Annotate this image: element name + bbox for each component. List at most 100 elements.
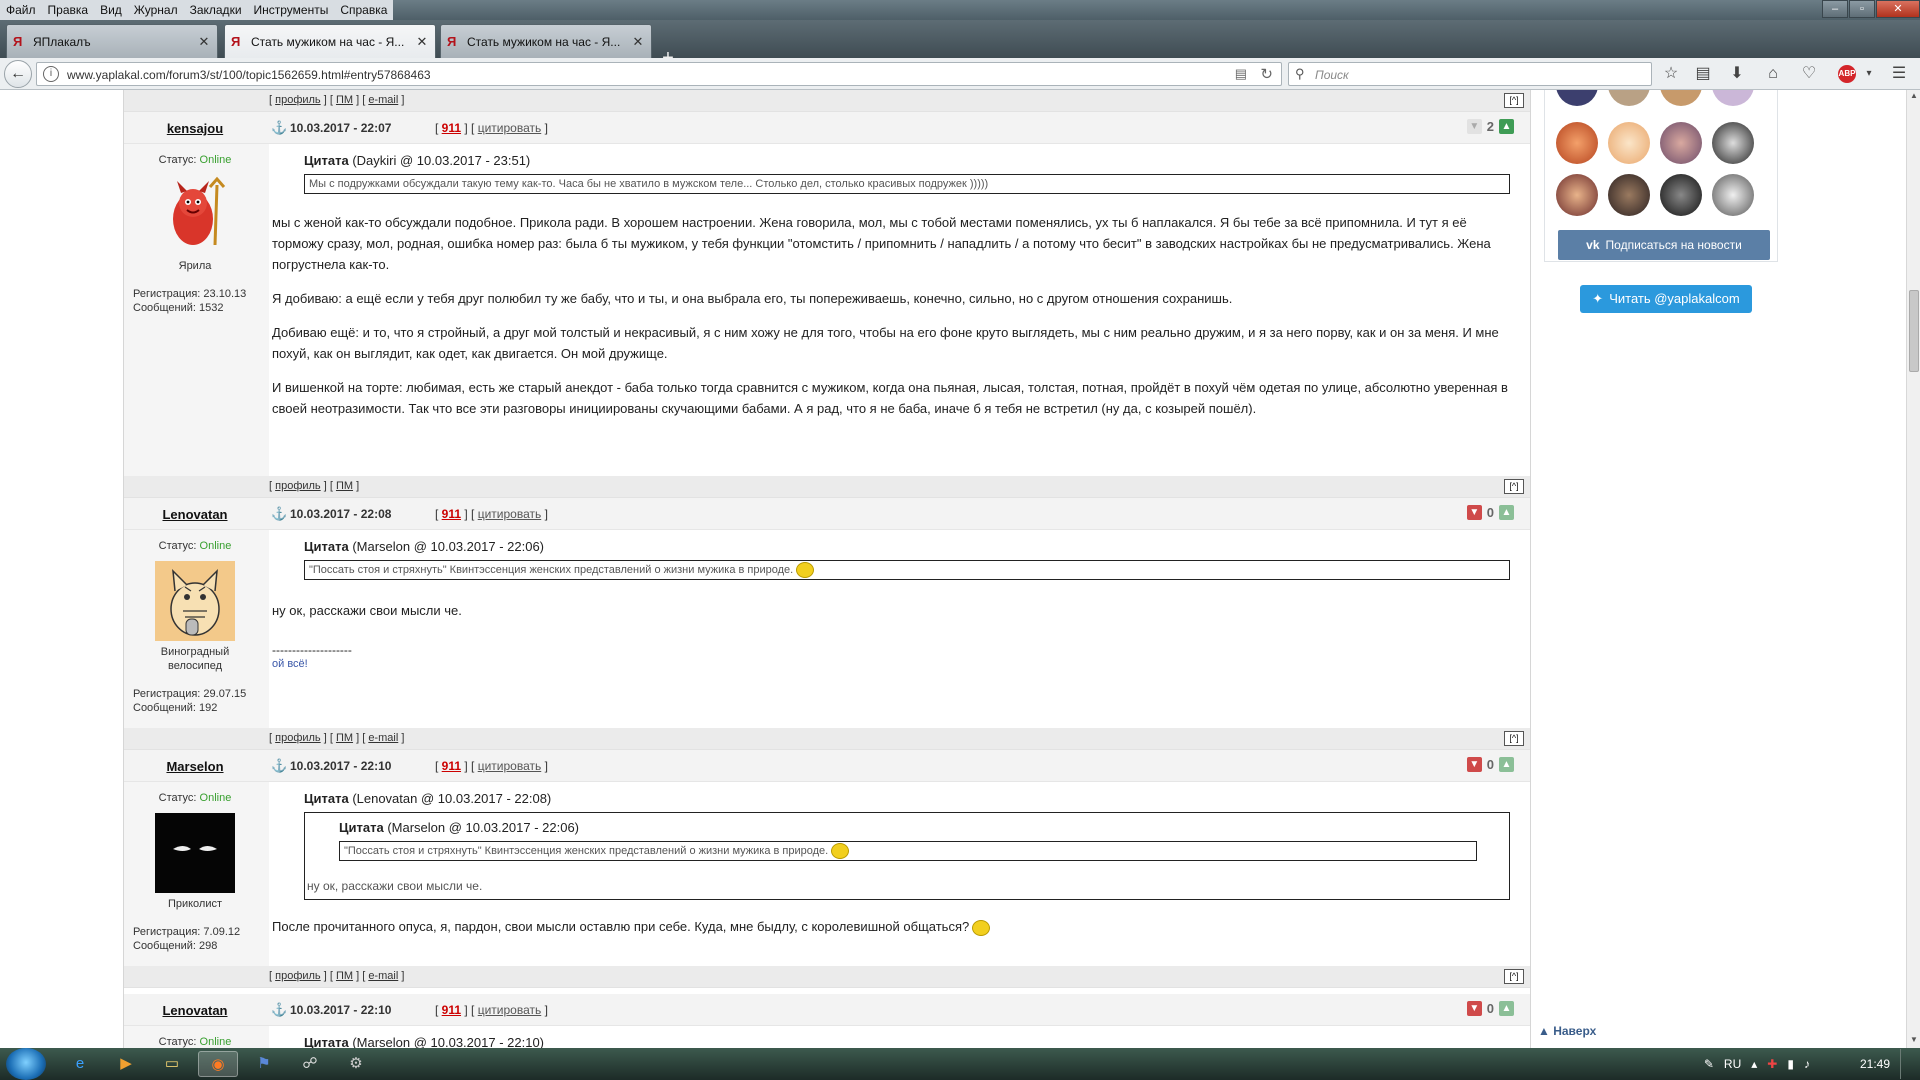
- post-username[interactable]: Marselon: [124, 759, 266, 774]
- profile-link[interactable]: профиль: [275, 970, 321, 982]
- media-player-icon[interactable]: ▶: [106, 1051, 146, 1077]
- clock[interactable]: 21:49: [1860, 1057, 1890, 1071]
- vote-down-icon[interactable]: ▼: [1466, 505, 1482, 520]
- member-avatar[interactable]: [1712, 90, 1754, 106]
- menu-hamburger-icon[interactable]: ☰: [1888, 64, 1910, 84]
- reload-icon[interactable]: ↻: [1260, 65, 1273, 83]
- tray-app-icon[interactable]: ✚: [1767, 1057, 1777, 1071]
- ie-icon[interactable]: e: [60, 1051, 100, 1077]
- quote-link[interactable]: цитировать: [478, 759, 542, 773]
- vote-up-icon[interactable]: ▲: [1499, 119, 1514, 134]
- report-911-link[interactable]: 911: [442, 1003, 461, 1017]
- member-avatar[interactable]: [1556, 90, 1598, 106]
- vote-up-icon[interactable]: ▲: [1499, 505, 1514, 520]
- bookmark-star-icon[interactable]: ☆: [1660, 64, 1682, 84]
- pocket-icon[interactable]: ♡: [1798, 64, 1820, 84]
- network-app-icon[interactable]: ☍: [290, 1051, 330, 1077]
- tray-expand-icon[interactable]: ▴: [1751, 1057, 1757, 1071]
- home-icon[interactable]: ⌂: [1762, 64, 1784, 84]
- tab-yaplakal[interactable]: Я ЯПлакалъ ✕: [6, 24, 218, 58]
- minimize-button[interactable]: –: [1822, 0, 1848, 18]
- pm-link[interactable]: ПМ: [336, 970, 353, 982]
- quote-link[interactable]: цитировать: [478, 121, 542, 135]
- scroll-top-button[interactable]: [^]: [1504, 479, 1524, 494]
- quote-link[interactable]: цитировать: [478, 507, 542, 521]
- anchor-icon[interactable]: ⚓: [271, 120, 287, 136]
- language-indicator[interactable]: RU: [1724, 1057, 1741, 1071]
- maximize-button[interactable]: ▫: [1849, 0, 1875, 18]
- settings-app-icon[interactable]: ⚙: [336, 1051, 376, 1077]
- pm-link[interactable]: ПМ: [336, 732, 353, 744]
- pm-link[interactable]: ПМ: [336, 480, 353, 492]
- twitter-follow-button[interactable]: ✦ Читать @yaplakalcom: [1580, 285, 1752, 313]
- vote-up-icon[interactable]: ▲: [1499, 757, 1514, 772]
- close-tab-icon[interactable]: ✕: [415, 34, 429, 50]
- anchor-icon[interactable]: ⚓: [271, 506, 287, 522]
- volume-icon[interactable]: ♪: [1804, 1057, 1810, 1071]
- menu-file[interactable]: Файл: [0, 0, 42, 20]
- url-text[interactable]: www.yaplakal.com/forum3/st/100/topic1562…: [67, 68, 431, 82]
- adblock-icon[interactable]: ABP: [1838, 65, 1856, 83]
- tab-topic-2[interactable]: Я Стать мужиком на час - Я... ✕: [440, 24, 652, 58]
- email-link[interactable]: e-mail: [368, 732, 398, 744]
- vote-down-icon[interactable]: ▼: [1466, 757, 1482, 772]
- menu-edit[interactable]: Правка: [42, 0, 95, 20]
- report-911-link[interactable]: 911: [442, 507, 461, 521]
- member-avatar[interactable]: [1712, 122, 1754, 164]
- menu-tools[interactable]: Инструменты: [248, 0, 335, 20]
- vertical-scrollbar[interactable]: ▲ ▼: [1906, 90, 1920, 1048]
- bookmarks-list-icon[interactable]: ▤: [1692, 64, 1714, 84]
- member-avatar[interactable]: [1660, 174, 1702, 216]
- tab-active-topic[interactable]: Я Стать мужиком на час - Я... ✕: [224, 24, 436, 58]
- vk-subscribe-button[interactable]: vk Подписаться на новости: [1558, 230, 1770, 260]
- flag-app-icon[interactable]: ⚑: [244, 1051, 284, 1077]
- profile-link[interactable]: профиль: [275, 94, 321, 106]
- email-link[interactable]: e-mail: [368, 970, 398, 982]
- member-avatar[interactable]: [1712, 174, 1754, 216]
- member-avatar[interactable]: [1660, 122, 1702, 164]
- member-avatar[interactable]: [1556, 122, 1598, 164]
- scroll-top-button[interactable]: [^]: [1504, 731, 1524, 746]
- menu-help[interactable]: Справка: [334, 0, 393, 20]
- profile-link[interactable]: профиль: [275, 732, 321, 744]
- member-avatar[interactable]: [1608, 90, 1650, 106]
- avatar[interactable]: [155, 561, 235, 641]
- network-signal-icon[interactable]: ▮: [1787, 1057, 1794, 1071]
- report-911-link[interactable]: 911: [442, 759, 461, 773]
- menu-bookmarks[interactable]: Закладки: [184, 0, 248, 20]
- post-username[interactable]: Lenovatan: [124, 507, 266, 522]
- scrollbar-thumb[interactable]: [1909, 290, 1919, 372]
- dropdown-arrow-icon[interactable]: ▾: [1858, 64, 1880, 84]
- member-avatar[interactable]: [1608, 122, 1650, 164]
- search-bar[interactable]: ⚲ Поиск: [1288, 62, 1652, 86]
- explorer-folder-icon[interactable]: ▭: [152, 1051, 192, 1077]
- scroll-down-icon[interactable]: ▼: [1908, 1035, 1920, 1047]
- member-avatar[interactable]: [1556, 174, 1598, 216]
- notification-icon[interactable]: ✎: [1704, 1057, 1714, 1071]
- url-bar[interactable]: i www.yaplakal.com/forum3/st/100/topic15…: [36, 62, 1282, 86]
- avatar[interactable]: [155, 175, 235, 255]
- start-button[interactable]: [6, 1048, 46, 1080]
- firefox-icon[interactable]: ◉: [198, 1051, 238, 1077]
- vote-down-icon[interactable]: ▼: [1466, 1001, 1482, 1016]
- vote-up-icon[interactable]: ▲: [1499, 1001, 1514, 1016]
- post-username[interactable]: kensajou: [124, 121, 266, 136]
- post-username[interactable]: Lenovatan: [124, 1003, 266, 1018]
- menu-history[interactable]: Журнал: [128, 0, 184, 20]
- back-button[interactable]: ←: [4, 60, 32, 88]
- scroll-top-button[interactable]: [^]: [1504, 93, 1524, 108]
- member-avatar[interactable]: [1608, 174, 1650, 216]
- back-to-top-link[interactable]: ▲ Наверх: [1538, 1024, 1596, 1038]
- scroll-top-button[interactable]: [^]: [1504, 969, 1524, 984]
- close-tab-icon[interactable]: ✕: [631, 34, 645, 50]
- anchor-icon[interactable]: ⚓: [271, 758, 287, 774]
- email-link[interactable]: e-mail: [368, 94, 398, 106]
- show-desktop-button[interactable]: [1900, 1049, 1908, 1079]
- scroll-up-icon[interactable]: ▲: [1908, 91, 1920, 103]
- anchor-icon[interactable]: ⚓: [271, 1002, 287, 1018]
- site-info-icon[interactable]: i: [43, 66, 59, 82]
- reader-view-icon[interactable]: ▤: [1235, 66, 1247, 82]
- profile-link[interactable]: профиль: [275, 480, 321, 492]
- avatar[interactable]: [155, 813, 235, 893]
- downloads-icon[interactable]: ⬇: [1726, 64, 1748, 84]
